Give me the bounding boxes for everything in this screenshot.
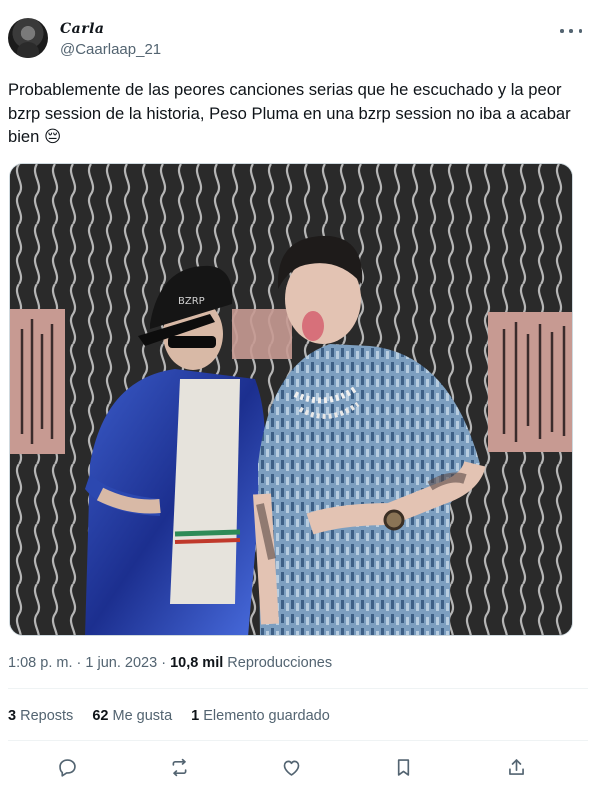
meta-separator: ·: [161, 655, 167, 671]
bookmark-icon: [397, 758, 409, 776]
tweet-meta: 1:08 p. m. · 1 jun. 2023 · 10,8 mil Repr…: [8, 655, 332, 671]
display-name[interactable]: Carla: [60, 21, 104, 37]
tweet-photo[interactable]: BZRP: [9, 163, 573, 636]
bookmarks-label: Elemento guardado: [203, 708, 330, 724]
bookmark-button[interactable]: [388, 752, 418, 782]
bookmarks-count: 1: [191, 708, 200, 724]
engagement-stats: 3 Reposts 62 Me gusta 1 Elemento guardad…: [8, 708, 330, 724]
views-label: Reproducciones: [227, 655, 333, 671]
tweet-date[interactable]: 1 jun. 2023: [85, 655, 157, 671]
bookmarks-stat[interactable]: 1 Elemento guardado: [191, 708, 330, 724]
user-handle[interactable]: @Caarlaap_21: [60, 41, 161, 58]
divider: [8, 740, 588, 741]
more-options-button[interactable]: [560, 24, 582, 38]
cap-text: BZRP: [178, 296, 205, 307]
tweet-header: Carla @Caarlaap_21: [8, 18, 588, 62]
heart-icon: [283, 760, 299, 776]
avatar[interactable]: [8, 18, 48, 58]
share-button[interactable]: [501, 752, 531, 782]
reposts-count: 3: [8, 708, 17, 724]
action-bar: [8, 752, 578, 782]
meta-separator: ·: [76, 655, 82, 671]
more-dot: [569, 29, 573, 33]
reposts-stat[interactable]: 3 Reposts: [8, 708, 73, 724]
divider: [8, 688, 588, 689]
tweet-text: Probablemente de las peores canciones se…: [8, 80, 571, 146]
likes-stat[interactable]: 62 Me gusta: [92, 708, 172, 724]
tweet-time[interactable]: 1:08 p. m.: [8, 655, 72, 671]
photo-image: BZRP: [10, 164, 572, 635]
reply-button[interactable]: [52, 752, 82, 782]
repost-icon: [172, 758, 186, 776]
repost-button[interactable]: [164, 752, 194, 782]
share-icon: [508, 758, 524, 775]
reply-icon: [58, 758, 76, 777]
reposts-label: Reposts: [20, 708, 74, 724]
likes-label: Me gusta: [112, 708, 173, 724]
like-button[interactable]: [276, 752, 306, 782]
views-count: 10,8 mil: [170, 655, 224, 671]
more-dot: [578, 29, 582, 33]
more-horizontal-icon: [560, 29, 564, 33]
likes-count: 62: [92, 708, 109, 724]
